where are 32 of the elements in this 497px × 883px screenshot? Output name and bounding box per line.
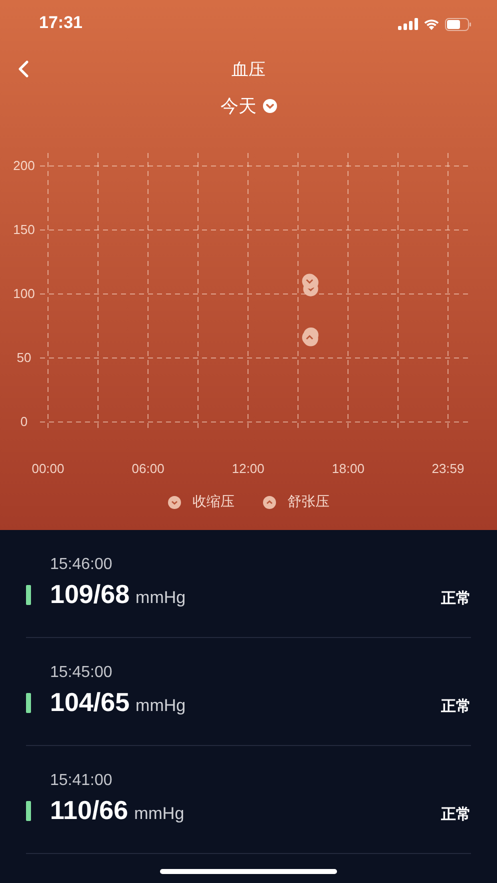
period-dropdown[interactable]: 今天 [220,94,276,118]
status-label: 正常 [441,589,471,608]
legend-label: 收缩压 [192,493,234,511]
page-title: 血压 [232,58,266,80]
y-axis-label: 100 [13,286,35,301]
legend-label: 舒张压 [288,493,330,511]
status-time: 17:31 [39,13,82,33]
x-axis-label: 18:00 [332,461,364,476]
reading-unit: mmHg [136,696,186,716]
y-axis-label: 200 [13,158,35,173]
wifi-icon [423,18,440,30]
x-axis-label: 12:00 [232,461,264,476]
y-axis-label: 50 [16,350,32,365]
status-label: 正常 [441,697,471,716]
record-time: 15:45:00 [50,664,114,682]
back-icon[interactable] [17,60,29,78]
reading-value: 110/66 [50,795,128,826]
chevron-down-icon [262,99,276,113]
reading-value: 109/68 [50,579,130,610]
y-axis-label: 0 [20,414,28,429]
reading-unit: mmHg [134,804,184,824]
status-label: 正常 [441,805,471,824]
x-axis-label: 06:00 [132,461,164,476]
battery-icon [445,18,472,30]
x-axis-label: 23:59 [432,461,464,476]
x-axis-label: 00:00 [32,461,64,476]
signal-icon [398,18,418,30]
y-axis-label: 150 [13,222,35,237]
reading-value: 104/65 [50,687,130,718]
record-time: 15:41:00 [50,772,114,790]
reading-unit: mmHg [136,588,186,608]
record-time: 15:46:00 [50,556,114,574]
